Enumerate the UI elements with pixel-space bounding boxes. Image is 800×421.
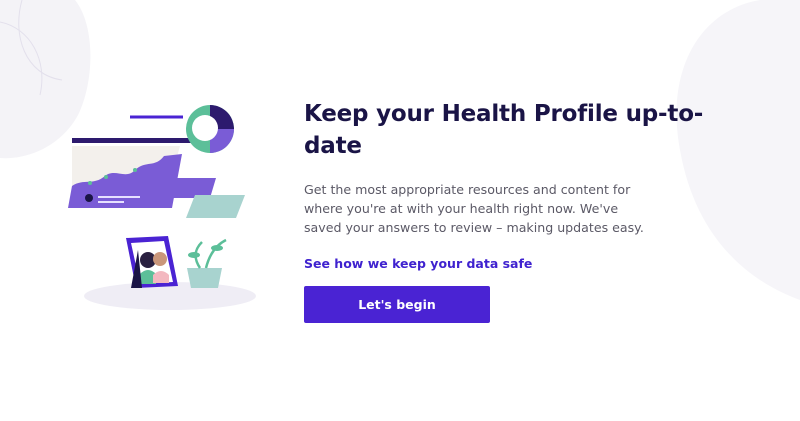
data-privacy-link[interactable]: See how we keep your data safe bbox=[304, 256, 532, 271]
page-title: Keep your Health Profile up-to-date bbox=[304, 101, 704, 159]
health-profile-illustration bbox=[60, 90, 290, 320]
onboarding-content: Keep your Health Profile up-to-date Get … bbox=[304, 98, 704, 323]
begin-button[interactable]: Let's begin bbox=[304, 286, 490, 323]
page-description: Get the most appropriate resources and c… bbox=[304, 182, 644, 235]
